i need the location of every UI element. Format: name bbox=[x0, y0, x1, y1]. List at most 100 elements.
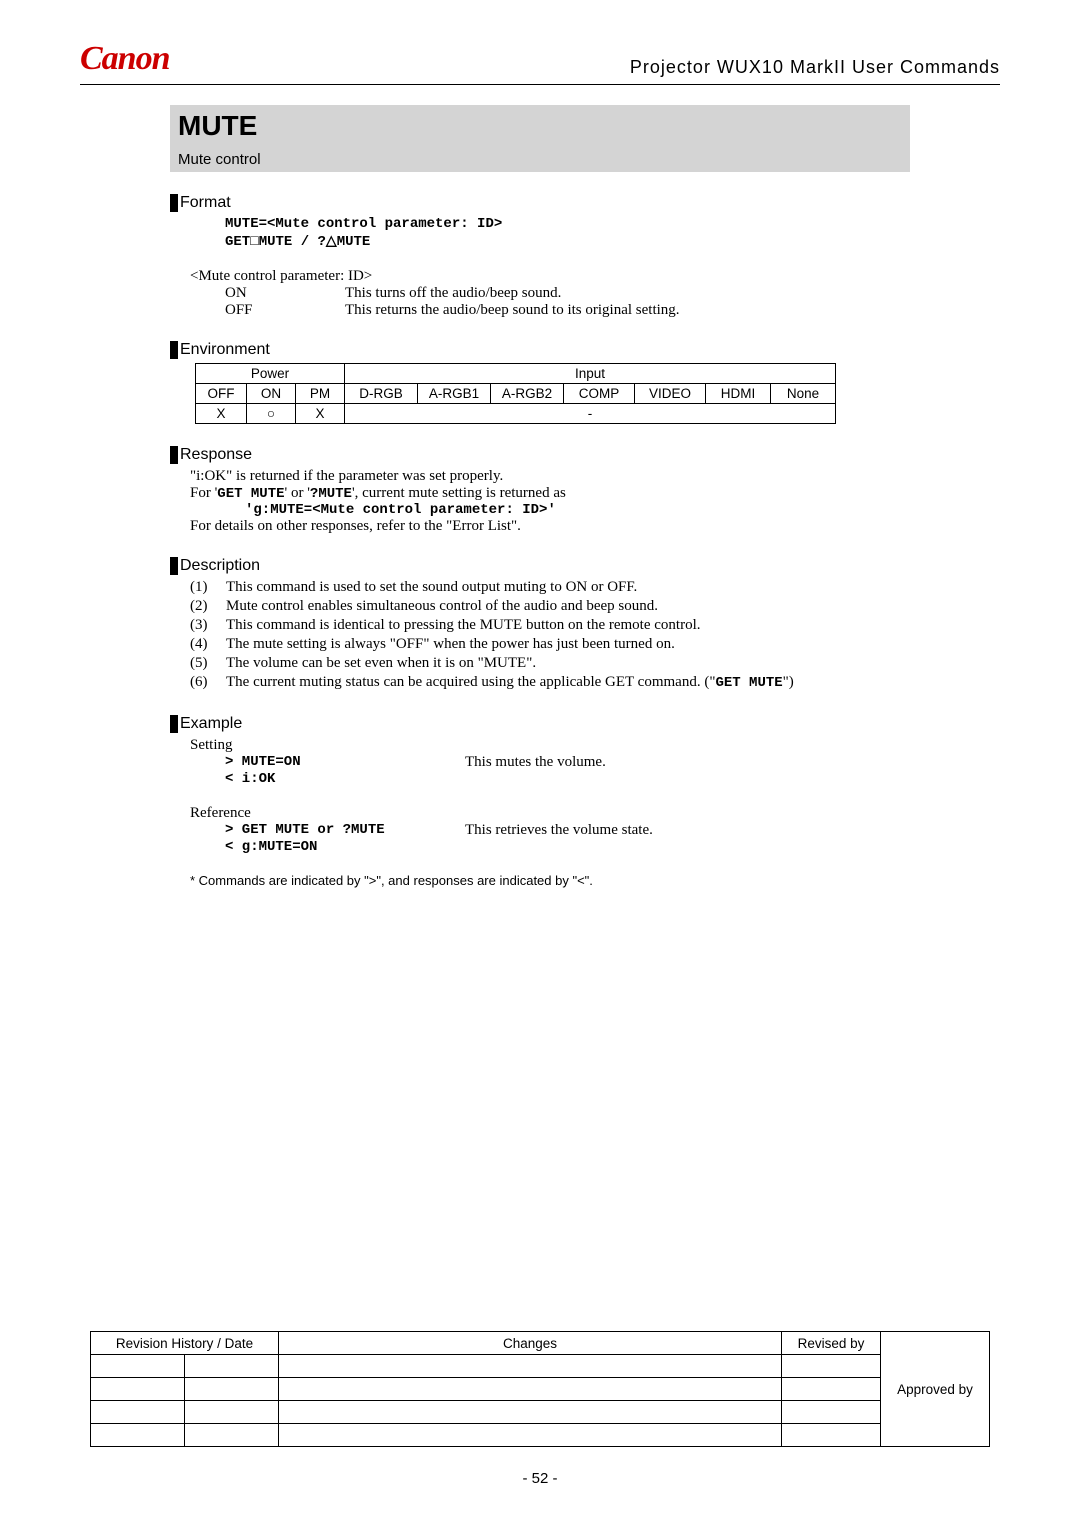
rev-cell bbox=[782, 1355, 881, 1378]
page-header: Canon Projector WUX10 MarkII User Comman… bbox=[80, 40, 1000, 85]
rev-h1: Revision History / Date bbox=[91, 1332, 279, 1355]
env-col: COMP bbox=[564, 383, 635, 403]
example-desc: This mutes the volume. bbox=[465, 754, 606, 771]
rev-cell bbox=[91, 1424, 185, 1447]
env-col: A-RGB2 bbox=[491, 383, 564, 403]
param-header: <Mute control parameter: ID> bbox=[190, 268, 910, 285]
environment-table: Power Input OFF ON PM D-RGB A-RGB1 A-RGB… bbox=[195, 363, 836, 424]
param-key: ON bbox=[225, 285, 345, 302]
triangle-icon: △ bbox=[326, 232, 337, 248]
env-cell: ○ bbox=[247, 403, 296, 423]
code-inline: ?MUTE bbox=[310, 486, 352, 502]
env-cell-input: - bbox=[345, 403, 836, 423]
description-number: (2) bbox=[190, 598, 226, 617]
param-value: This turns off the audio/beep sound. bbox=[345, 285, 561, 302]
env-col: OFF bbox=[196, 383, 247, 403]
section-head-response: Response bbox=[170, 446, 1000, 464]
space-icon: □ bbox=[250, 232, 258, 248]
format-mute1: MUTE bbox=[259, 234, 293, 250]
rev-cell bbox=[185, 1401, 279, 1424]
block-mark-icon bbox=[170, 446, 178, 464]
example-cmd: < i:OK bbox=[225, 771, 465, 787]
code-inline: GET MUTE bbox=[217, 486, 284, 502]
revision-table: Revision History / Date Changes Revised … bbox=[90, 1331, 990, 1447]
description-text: The current muting status can be acquire… bbox=[226, 674, 794, 693]
example-cmd: < g:MUTE=ON bbox=[225, 839, 465, 855]
env-group-input: Input bbox=[345, 363, 836, 383]
description-number: (5) bbox=[190, 655, 226, 674]
section-label: Example bbox=[180, 715, 242, 733]
param-row: ON This turns off the audio/beep sound. bbox=[225, 285, 1000, 302]
rev-cell bbox=[185, 1378, 279, 1401]
format-mute2: MUTE bbox=[337, 234, 371, 250]
example-cmd: > MUTE=ON bbox=[225, 754, 465, 771]
example-cmd: > GET MUTE or ?MUTE bbox=[225, 822, 465, 839]
rev-cell bbox=[279, 1378, 782, 1401]
format-get: GET bbox=[225, 234, 250, 250]
response-line: "i:OK" is returned if the parameter was … bbox=[190, 468, 910, 485]
description-number: (6) bbox=[190, 674, 226, 693]
block-mark-icon bbox=[170, 715, 178, 733]
rev-cell bbox=[279, 1424, 782, 1447]
block-mark-icon bbox=[170, 557, 178, 575]
description-list: (1)This command is used to set the sound… bbox=[190, 579, 794, 693]
description-text: This command is identical to pressing th… bbox=[226, 617, 794, 636]
doc-title: Projector WUX10 MarkII User Commands bbox=[630, 57, 1000, 78]
rev-cell bbox=[91, 1401, 185, 1424]
env-group-power: Power bbox=[196, 363, 345, 383]
env-col: PM bbox=[296, 383, 345, 403]
format-line-1: MUTE=<Mute control parameter: ID> bbox=[225, 216, 1000, 232]
rev-cell bbox=[185, 1355, 279, 1378]
rev-cell bbox=[279, 1401, 782, 1424]
rev-cell bbox=[782, 1401, 881, 1424]
command-title: MUTE bbox=[178, 109, 902, 143]
rev-cell bbox=[782, 1424, 881, 1447]
logo: Canon bbox=[80, 40, 170, 78]
page-number: - 52 - bbox=[0, 1470, 1080, 1487]
rev-cell bbox=[91, 1378, 185, 1401]
rev-cell bbox=[279, 1355, 782, 1378]
text: For ' bbox=[190, 485, 217, 501]
text: ', current mute setting is returned as bbox=[352, 485, 566, 501]
param-key: OFF bbox=[225, 302, 345, 319]
env-col: ON bbox=[247, 383, 296, 403]
description-item: (1)This command is used to set the sound… bbox=[190, 579, 794, 598]
description-item: (3)This command is identical to pressing… bbox=[190, 617, 794, 636]
env-col: VIDEO bbox=[635, 383, 706, 403]
description-number: (3) bbox=[190, 617, 226, 636]
env-col: A-RGB1 bbox=[418, 383, 491, 403]
env-cell: X bbox=[296, 403, 345, 423]
section-head-example: Example bbox=[170, 715, 1000, 733]
description-text: This command is used to set the sound ou… bbox=[226, 579, 794, 598]
rev-cell bbox=[91, 1355, 185, 1378]
description-item: (6)The current muting status can be acqu… bbox=[190, 674, 794, 693]
block-mark-icon bbox=[170, 194, 178, 212]
description-item: (4)The mute setting is always "OFF" when… bbox=[190, 636, 794, 655]
description-number: (4) bbox=[190, 636, 226, 655]
section-head-environment: Environment bbox=[170, 341, 1000, 359]
response-line: For details on other responses, refer to… bbox=[190, 518, 910, 535]
section-label: Response bbox=[180, 446, 252, 464]
section-label: Format bbox=[180, 194, 231, 212]
env-col: None bbox=[771, 383, 836, 403]
example-desc: This retrieves the volume state. bbox=[465, 822, 653, 839]
section-head-format: Format bbox=[170, 194, 1000, 212]
command-subtitle: Mute control bbox=[178, 149, 902, 170]
param-row: OFF This returns the audio/beep sound to… bbox=[225, 302, 1000, 319]
description-text: Mute control enables simultaneous contro… bbox=[226, 598, 794, 617]
rev-h3: Revised by bbox=[782, 1332, 881, 1355]
env-col: D-RGB bbox=[345, 383, 418, 403]
text: ' or ' bbox=[285, 485, 310, 501]
description-item: (2)Mute control enables simultaneous con… bbox=[190, 598, 794, 617]
section-head-description: Description bbox=[170, 557, 1000, 575]
env-col: HDMI bbox=[706, 383, 771, 403]
format-line-2: GET□MUTE / ?△MUTE bbox=[225, 232, 1000, 250]
section-label: Description bbox=[180, 557, 260, 575]
rev-h2: Changes bbox=[279, 1332, 782, 1355]
command-title-bar: MUTE bbox=[170, 105, 910, 145]
rev-cell bbox=[185, 1424, 279, 1447]
section-label: Environment bbox=[180, 341, 270, 359]
format-sep: / ? bbox=[292, 234, 326, 250]
param-value: This returns the audio/beep sound to its… bbox=[345, 302, 680, 319]
response-code: 'g:MUTE=<Mute control parameter: ID>' bbox=[245, 502, 910, 518]
